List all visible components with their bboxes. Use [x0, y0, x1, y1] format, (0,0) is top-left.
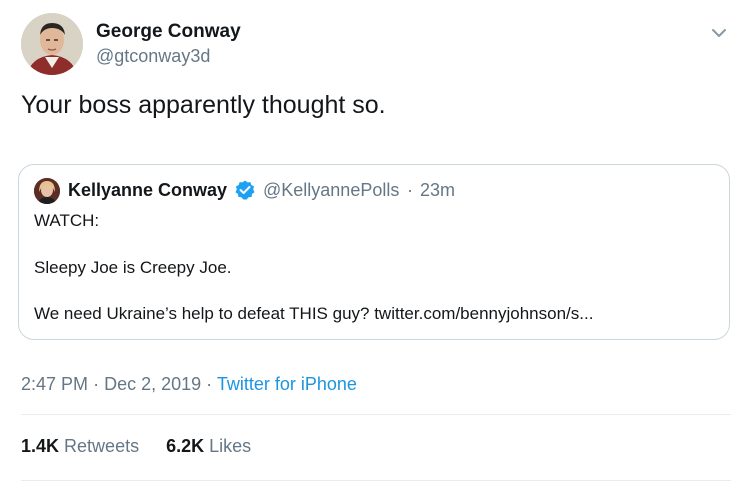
quoted-text-line: WATCH: [34, 211, 100, 230]
quoted-author-avatar [34, 178, 60, 204]
meta-separator: · [93, 374, 100, 394]
likes-count: 6.2K [166, 436, 205, 456]
quoted-tweet[interactable]: Kellyanne Conway @KellyannePolls · 23m W… [18, 164, 730, 340]
likes-label: Likes [209, 436, 252, 456]
quoted-separator: · [407, 180, 413, 200]
chevron-down-icon[interactable] [708, 22, 730, 44]
author-avatar[interactable] [21, 13, 83, 75]
tweet-time[interactable]: 2:47 PM [21, 374, 88, 394]
quoted-timestamp[interactable]: 23m [420, 180, 455, 201]
likes-stat[interactable]: 6.2K Likes [166, 436, 251, 457]
tweet-date[interactable]: Dec 2, 2019 [104, 374, 201, 394]
author-name[interactable]: George Conway [96, 21, 241, 43]
divider [21, 414, 731, 415]
retweets-count: 1.4K [21, 436, 60, 456]
verified-badge-icon [234, 179, 256, 201]
tweet-text: Your boss apparently thought so. [21, 91, 386, 119]
tweet-source-link[interactable]: Twitter for iPhone [217, 374, 357, 394]
quoted-text-line: We need Ukraine’s help to defeat THIS gu… [34, 304, 594, 323]
retweets-label: Retweets [64, 436, 140, 456]
author-handle[interactable]: @gtconway3d [96, 46, 210, 67]
quoted-author-name[interactable]: Kellyanne Conway [68, 180, 227, 201]
retweets-stat[interactable]: 1.4K Retweets [21, 436, 139, 457]
quoted-author-handle[interactable]: @KellyannePolls [263, 180, 399, 201]
tweet-stats: 1.4K Retweets 6.2K Likes [21, 436, 273, 457]
quoted-text-line: Sleepy Joe is Creepy Joe. [34, 258, 232, 277]
tweet-meta: 2:47 PM · Dec 2, 2019 · Twitter for iPho… [21, 374, 357, 395]
meta-separator: · [206, 374, 213, 394]
divider [21, 480, 731, 481]
tweet-card: George Conway @gtconway3d Your boss appa… [0, 0, 750, 483]
